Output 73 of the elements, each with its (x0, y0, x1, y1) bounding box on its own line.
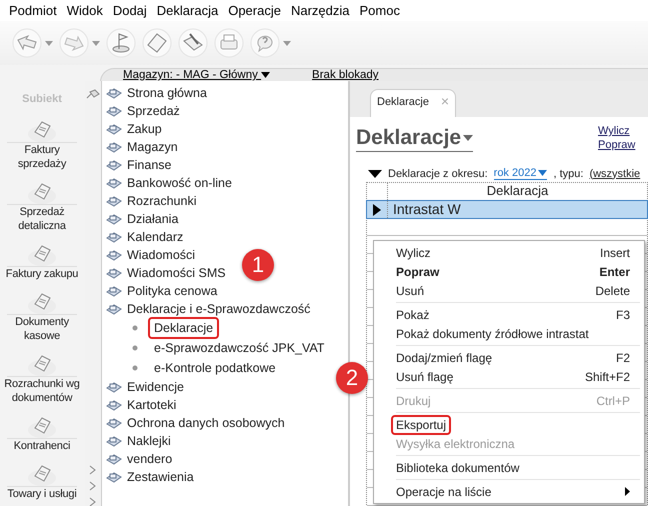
tab[interactable]: Deklaracje × (370, 89, 456, 117)
tree-item[interactable]: Zakup (102, 120, 162, 138)
logo: Subiekt (22, 93, 62, 107)
menu-item[interactable]: Operacje na liście (374, 482, 644, 501)
toolbar-button[interactable] (250, 28, 291, 58)
bullet-icon (132, 345, 138, 351)
tree-item[interactable]: Ochrona danych osobowych (102, 414, 285, 432)
sidebar-item[interactable]: Sprzedaż detaliczna (0, 178, 84, 233)
warehouse-dropdown[interactable]: Magazyn: - MAG - Główny (123, 69, 270, 81)
tree-item[interactable]: Ewidencje (102, 378, 184, 396)
period-dropdown[interactable]: rok 2022 (494, 167, 548, 180)
sidebar-item[interactable]: Faktury zakupu (0, 240, 84, 281)
collapse-icon[interactable] (368, 170, 382, 178)
menu-item[interactable]: Popraw Enter (374, 262, 644, 281)
menu-item[interactable]: Dodaj (108, 3, 152, 18)
tree-item[interactable]: Zestawienia (102, 468, 194, 486)
tree-item[interactable]: Działania (102, 210, 178, 228)
sidebar-item[interactable]: Faktury sprzedaży (0, 116, 84, 171)
menu-item[interactable]: Pomoc (354, 3, 405, 18)
menu-item[interactable]: Deklaracja (152, 3, 224, 18)
toolbar-button[interactable] (106, 28, 136, 58)
toolbar-button[interactable] (178, 28, 208, 58)
menu-item[interactable]: Narzędzia (286, 3, 354, 18)
menu-item[interactable]: Widok (62, 3, 108, 18)
menu-item[interactable]: Pokaż dokumenty źródłowe intrastat (374, 324, 644, 343)
step-badge: 1 (242, 249, 274, 281)
submenu-arrow-icon (625, 487, 630, 496)
column-header[interactable]: Deklaracja (388, 183, 647, 200)
tree-item[interactable]: Deklaracje (148, 317, 220, 339)
bullet-icon (132, 325, 138, 331)
toolbar-button[interactable] (12, 28, 53, 58)
tree-item[interactable]: Kartoteki (102, 396, 176, 414)
toolbar-button[interactable] (142, 28, 172, 58)
page-title[interactable]: Deklaracje (356, 125, 474, 152)
tree-item[interactable]: Bankowość on-line (102, 174, 232, 192)
lock-link[interactable]: Brak blokady (312, 69, 379, 81)
tree-item[interactable]: Polityka cenowa (102, 282, 218, 300)
caret-icon[interactable] (261, 72, 270, 78)
menu-item[interactable]: Operacje (223, 3, 286, 18)
action-link[interactable]: Wylicz (598, 125, 648, 137)
tree-item[interactable]: e-Sprawozdawczość JPK_VAT (148, 337, 330, 359)
filter-label: , typu: (553, 168, 584, 180)
menu-item[interactable]: Dodaj/zmień flagę F2 (374, 348, 644, 367)
menu-item[interactable]: Pokaż F3 (374, 305, 644, 324)
menu-item[interactable]: Biblioteka dokumentów (374, 458, 644, 477)
bullet-icon (132, 365, 138, 371)
tree-item[interactable]: Magazyn (102, 138, 178, 156)
tree-item[interactable]: e-Kontrole podatkowe (148, 357, 282, 379)
sidebar-item[interactable]: Towary i usługi (0, 460, 84, 501)
tree-item[interactable]: Finanse (102, 156, 172, 174)
menu-item[interactable]: Usuń Delete (374, 281, 644, 300)
toolbar-button[interactable] (214, 28, 244, 58)
tree-item[interactable]: Naklejki (102, 432, 171, 450)
type-dropdown[interactable]: (wszystkie (589, 168, 640, 180)
tree-item[interactable]: Deklaracje i e-Sprawozdawczość (102, 300, 310, 318)
row-pointer-icon (373, 204, 381, 216)
tree-item[interactable]: Wiadomości (102, 246, 196, 264)
sidebar-item[interactable]: Rozrachunki wg dokumentów (0, 350, 84, 405)
tree-item[interactable]: Kalendarz (102, 228, 184, 246)
menu-item[interactable]: Wylicz Insert (374, 243, 644, 262)
tree-item[interactable]: Rozrachunki (102, 192, 196, 210)
tree-item[interactable]: vendero (102, 450, 172, 468)
menu-item[interactable]: Usuń flagę Shift+F2 (374, 367, 644, 386)
sidebar-item[interactable]: Kontrahenci (0, 412, 84, 453)
sidebar-item[interactable]: Dokumenty kasowe (0, 288, 84, 343)
tree-item[interactable]: Strona główna (102, 84, 207, 102)
tree-item[interactable]: Sprzedaż (102, 102, 180, 120)
action-link[interactable]: Popraw (598, 139, 648, 151)
menu-item[interactable]: Podmiot (4, 3, 62, 18)
pin-icon[interactable] (86, 89, 100, 99)
filter-label: Deklaracje z okresu: (388, 168, 488, 180)
menu-item[interactable]: Eksportuj (374, 415, 644, 434)
tree-item[interactable]: Wiadomości SMS (102, 264, 226, 282)
